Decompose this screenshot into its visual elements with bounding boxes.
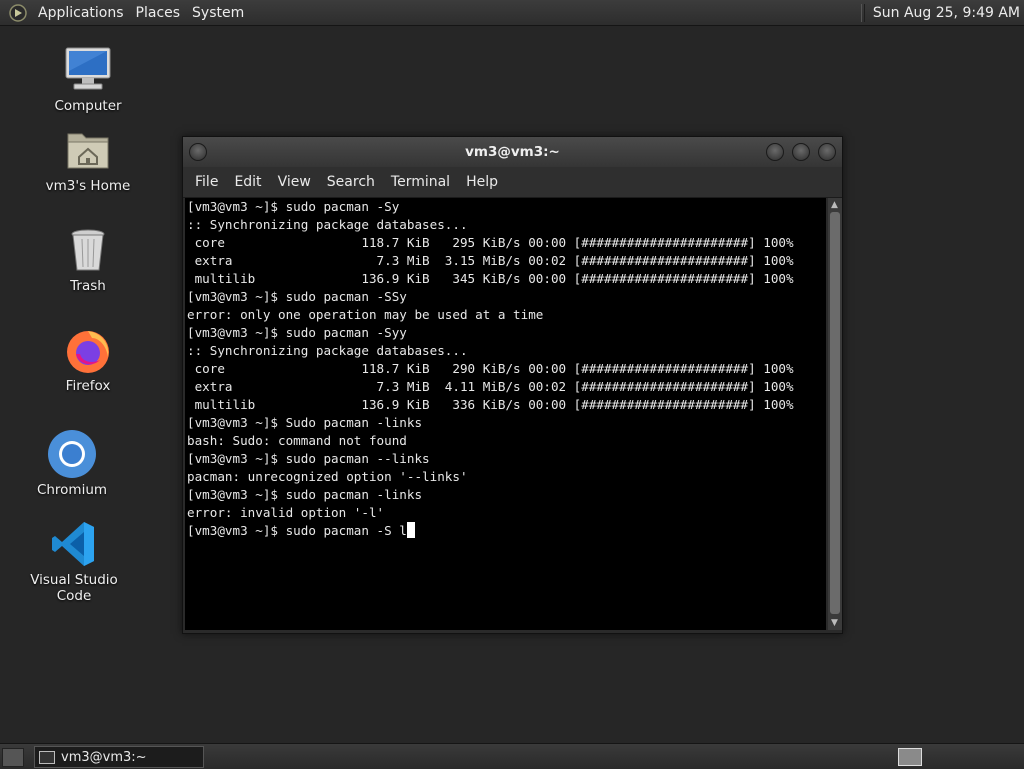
show-desktop-icon[interactable] <box>2 748 24 767</box>
terminal-line: [vm3@vm3 ~]$ sudo pacman --links <box>187 451 430 466</box>
desktop-icon-label: Firefox <box>65 378 111 394</box>
terminal-line: extra 7.3 MiB 4.11 MiB/s 00:02 [########… <box>187 379 794 394</box>
terminal-scrollbar[interactable]: ▲ ▼ <box>828 198 842 630</box>
desktop-icon-vscode[interactable]: Visual Studio Code <box>14 518 134 604</box>
terminal-line: [vm3@vm3 ~]$ sudo pacman -Sy <box>187 199 400 214</box>
bottom-panel: vm3@vm3:~ <box>0 743 1024 769</box>
terminal-icon <box>39 750 55 764</box>
menu-search[interactable]: Search <box>319 174 383 190</box>
chromium-icon <box>46 428 98 480</box>
terminal-window: vm3@vm3:~ File Edit View Search Terminal… <box>182 136 843 634</box>
desktop-icon-label: Trash <box>70 278 106 294</box>
minimize-button[interactable] <box>766 143 784 161</box>
text-cursor <box>406 522 415 538</box>
desktop-icon-trash[interactable]: Trash <box>28 224 148 294</box>
system-menu[interactable]: System <box>186 5 250 21</box>
menu-terminal[interactable]: Terminal <box>383 174 458 190</box>
terminal-line: error: invalid option '-l' <box>187 505 385 520</box>
trash-icon <box>62 224 114 276</box>
maximize-button[interactable] <box>792 143 810 161</box>
window-titlebar[interactable]: vm3@vm3:~ <box>183 137 842 167</box>
places-menu[interactable]: Places <box>130 5 187 21</box>
desktop-icon-label: Computer <box>54 98 122 114</box>
terminal-current-input[interactable]: [vm3@vm3 ~]$ sudo pacman -S l <box>187 523 407 538</box>
menu-help[interactable]: Help <box>458 174 506 190</box>
menu-view[interactable]: View <box>270 174 319 190</box>
terminal-menubar: File Edit View Search Terminal Help <box>183 167 842 198</box>
menu-edit[interactable]: Edit <box>226 174 269 190</box>
terminal-prompt-line[interactable]: [vm3@vm3 ~]$ sudo pacman -S l <box>187 522 826 540</box>
terminal-line: :: Synchronizing package databases... <box>187 217 468 232</box>
taskbar-item-terminal[interactable]: vm3@vm3:~ <box>34 746 204 768</box>
desktop-icon-label: Chromium <box>36 482 108 498</box>
distro-logo-icon[interactable] <box>8 3 28 23</box>
scrollbar-thumb[interactable] <box>830 212 840 614</box>
desktop-icon-label: Visual Studio Code <box>30 572 118 604</box>
desktop-icon-computer[interactable]: Computer <box>28 44 148 114</box>
top-panel: Applications Places System Sun Aug 25, 9… <box>0 0 1024 26</box>
terminal-output[interactable]: [vm3@vm3 ~]$ sudo pacman -Sy :: Synchron… <box>185 198 826 630</box>
desktop-icon-home[interactable]: vm3's Home <box>28 124 148 194</box>
terminal-line: core 118.7 KiB 295 KiB/s 00:00 [########… <box>187 235 794 250</box>
taskbar-item-label: vm3@vm3:~ <box>61 749 147 765</box>
terminal-line: error: only one operation may be used at… <box>187 307 544 322</box>
terminal-line: multilib 136.9 KiB 336 KiB/s 00:00 [####… <box>187 397 794 412</box>
vscode-icon <box>48 518 100 570</box>
scroll-down-arrow-icon[interactable]: ▼ <box>831 618 838 628</box>
terminal-line: :: Synchronizing package databases... <box>187 343 468 358</box>
desktop-icon-firefox[interactable]: Firefox <box>28 324 148 394</box>
desktop-icon-chromium[interactable]: Chromium <box>12 428 132 498</box>
terminal-line: multilib 136.9 KiB 345 KiB/s 00:00 [####… <box>187 271 794 286</box>
home-folder-icon <box>62 124 114 176</box>
terminal-line: [vm3@vm3 ~]$ sudo pacman -Syy <box>187 325 407 340</box>
terminal-line: [vm3@vm3 ~]$ sudo pacman -links <box>187 487 423 502</box>
terminal-line: [vm3@vm3 ~]$ sudo pacman -SSy <box>187 289 407 304</box>
computer-icon <box>62 44 114 96</box>
terminal-line: core 118.7 KiB 290 KiB/s 00:00 [########… <box>187 361 794 376</box>
window-title: vm3@vm3:~ <box>465 144 560 160</box>
clock[interactable]: Sun Aug 25, 9:49 AM <box>873 5 1020 21</box>
terminal-line: bash: Sudo: command not found <box>187 433 407 448</box>
workspace-switcher[interactable] <box>898 748 922 766</box>
terminal-line: extra 7.3 MiB 3.15 MiB/s 00:02 [########… <box>187 253 794 268</box>
menu-file[interactable]: File <box>187 174 226 190</box>
terminal-line: pacman: unrecognized option '--links' <box>187 469 468 484</box>
scroll-up-arrow-icon[interactable]: ▲ <box>831 200 838 210</box>
panel-separator <box>860 3 865 22</box>
desktop-icon-label: vm3's Home <box>45 178 131 194</box>
window-menu-button[interactable] <box>189 143 207 161</box>
terminal-line: [vm3@vm3 ~]$ Sudo pacman -links <box>187 415 423 430</box>
close-button[interactable] <box>818 143 836 161</box>
applications-menu[interactable]: Applications <box>32 5 130 21</box>
firefox-icon <box>62 324 114 376</box>
